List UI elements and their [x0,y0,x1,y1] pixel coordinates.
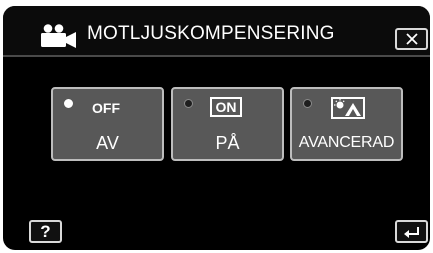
movie-camera-icon [41,24,76,48]
on-badge: ON [210,97,242,117]
option-advanced-button[interactable]: AVANCERAD [290,87,403,161]
header-divider [3,55,430,57]
close-icon [405,33,418,45]
unselected-indicator [303,99,312,108]
back-button[interactable] [395,220,428,243]
off-badge: OFF [87,97,125,117]
close-button[interactable] [395,28,428,50]
page-title: MOTLJUSKOMPENSERING [87,23,335,44]
selected-indicator [64,99,73,108]
backlight-enhanced-icon [331,97,365,119]
unselected-indicator [184,99,193,108]
header: MOTLJUSKOMPENSERING [3,6,430,55]
option-label: AV [96,133,119,153]
screen: MOTLJUSKOMPENSERING OFF AV ON PÅ AVANCER… [3,6,430,250]
help-button[interactable]: ? [29,220,62,243]
option-off-button[interactable]: OFF AV [51,87,164,161]
return-arrow-icon [403,226,419,238]
option-on-button[interactable]: ON PÅ [171,87,284,161]
option-label: PÅ [215,133,240,153]
option-label: AVANCERAD [298,134,395,151]
